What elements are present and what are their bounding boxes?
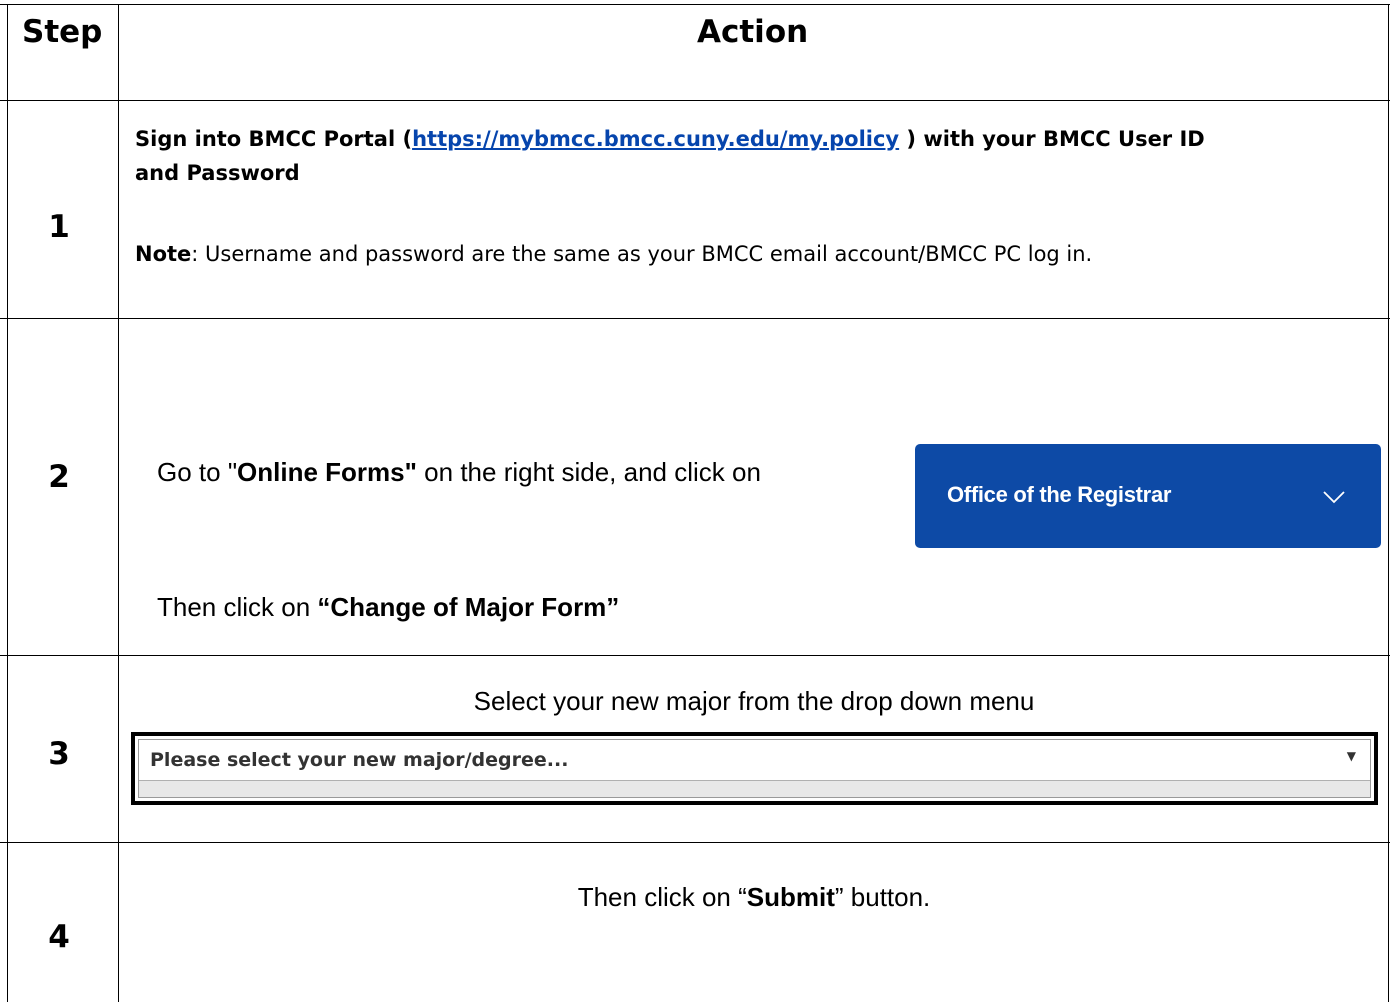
change-of-major-label: “Change of Major Form” bbox=[317, 592, 620, 622]
step2-text: Then click on bbox=[157, 592, 318, 622]
column-divider bbox=[118, 4, 119, 1002]
online-forms-label: Online Forms" bbox=[237, 457, 417, 487]
office-of-registrar-button[interactable]: Office of the Registrar bbox=[915, 444, 1381, 548]
step1-sign-in-line: Sign into BMCC Portal (https://mybmcc.bm… bbox=[135, 122, 1205, 156]
step-number: 2 bbox=[48, 459, 70, 495]
portal-link[interactable]: https://mybmcc.bmcc.cuny.edu/my.policy bbox=[412, 127, 899, 151]
step2-goto-line: Go to "Online Forms" on the right side, … bbox=[157, 455, 761, 489]
dropdown-field[interactable]: Please select your new major/degree... ▼ bbox=[139, 740, 1370, 781]
step1-text: Sign into BMCC Portal ( bbox=[135, 127, 413, 151]
step2-text: on the right side, and click on bbox=[416, 457, 761, 487]
dropdown-frame: Please select your new major/degree... ▼ bbox=[138, 739, 1371, 798]
chevron-down-icon bbox=[1323, 491, 1345, 504]
instruction-table: Step Action 1 Sign into BMCC Portal (htt… bbox=[0, 0, 1390, 1002]
row-divider bbox=[0, 100, 1390, 101]
step2-then-line: Then click on “Change of Major Form” bbox=[157, 590, 619, 624]
step4-text: Then click on “ bbox=[577, 882, 747, 912]
step4-instruction: Then click on “Submit” button. bbox=[120, 880, 1388, 914]
step1-note: Note: Username and password are the same… bbox=[135, 237, 1092, 271]
step-number: 3 bbox=[48, 736, 70, 772]
row-divider bbox=[0, 842, 1390, 843]
step-number: 1 bbox=[48, 209, 70, 245]
dropdown-arrow-icon[interactable]: ▼ bbox=[1347, 749, 1356, 763]
step1-sign-in-line2: and Password bbox=[135, 161, 300, 185]
step-number: 4 bbox=[48, 919, 70, 955]
note-label: Note bbox=[135, 242, 192, 266]
step4-text: ” button. bbox=[834, 882, 931, 912]
dropdown-value: Please select your new major/degree... bbox=[150, 749, 569, 771]
header-action: Action bbox=[697, 14, 809, 50]
major-dropdown[interactable]: Please select your new major/degree... ▼ bbox=[131, 732, 1378, 805]
note-text: : Username and password are the same as … bbox=[191, 242, 1093, 266]
row-divider bbox=[0, 318, 1390, 319]
registrar-button-label: Office of the Registrar bbox=[947, 482, 1172, 507]
step3-instruction: Select your new major from the drop down… bbox=[473, 686, 1035, 716]
table-border-right bbox=[1388, 4, 1389, 1002]
submit-label: Submit bbox=[746, 882, 835, 912]
header-step: Step bbox=[22, 14, 103, 50]
table-border-left bbox=[7, 4, 8, 1002]
step2-text: Go to " bbox=[157, 457, 238, 487]
step1-text: ) with your BMCC User ID bbox=[899, 127, 1205, 151]
table-border-top bbox=[0, 4, 1390, 5]
row-divider bbox=[0, 655, 1390, 656]
